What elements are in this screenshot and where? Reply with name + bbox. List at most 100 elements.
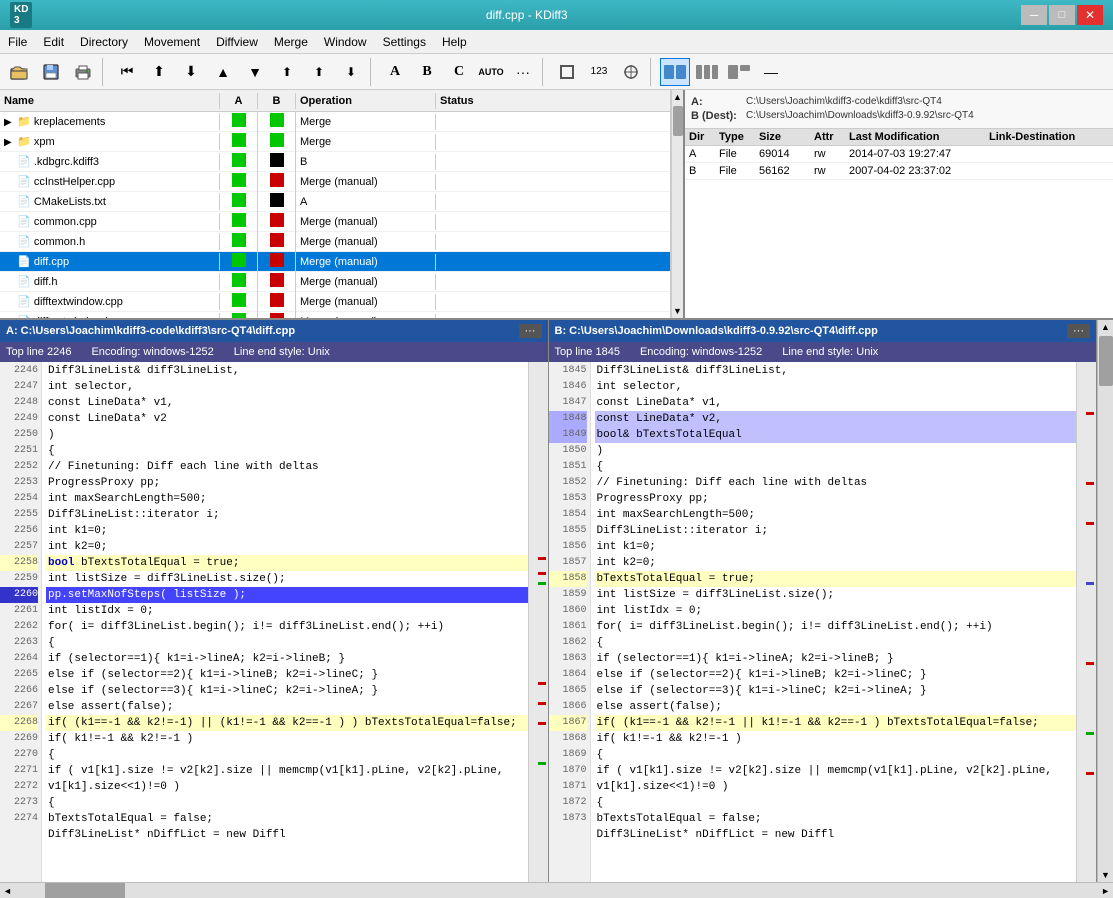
list-item[interactable]: 📄 diff.h Merge (manual) <box>0 272 670 292</box>
scroll-down-arrow[interactable]: ▼ <box>1099 868 1112 882</box>
code-line: Diff3LineList* nDiffLict = new Diffl <box>46 827 528 843</box>
menu-help[interactable]: Help <box>434 30 475 53</box>
code-line: const LineData* v1, <box>46 395 528 411</box>
toolbar-separator-2 <box>370 58 376 86</box>
code-line: { <box>46 795 528 811</box>
code-content-a[interactable]: Diff3LineList& diff3LineList, int select… <box>42 362 528 882</box>
scroll-down-arrow[interactable]: ▼ <box>673 306 682 316</box>
prev-diff-up-button[interactable]: ⬆ <box>144 58 174 86</box>
list-item[interactable]: 📄 .kdbgrc.kdiff3 B <box>0 152 670 172</box>
btn-view3[interactable] <box>724 58 754 86</box>
btn-square[interactable] <box>552 58 582 86</box>
diff-b-path: B: C:\Users\Joachim\Downloads\kdiff3-0.9… <box>555 325 1064 337</box>
scroll-thumb-vertical[interactable] <box>1099 336 1113 386</box>
file-list-scrollbar[interactable]: ▲ ▼ <box>671 90 683 318</box>
indicator-a <box>232 213 246 227</box>
col-link: Link-Destination <box>989 131 1109 143</box>
indicator-a <box>232 273 246 287</box>
code-line: v1[k1].size<<1)!=0 ) <box>595 779 1077 795</box>
code-line: else if (selector==2){ k1=i->lineB; k2=i… <box>46 667 528 683</box>
code-line: else if (selector==2){ k1=i->lineB; k2=i… <box>595 667 1077 683</box>
btn-a[interactable]: A <box>380 58 410 86</box>
menu-movement[interactable]: Movement <box>136 30 208 53</box>
scroll-right-arrow[interactable]: ► <box>1098 886 1113 896</box>
menu-merge[interactable]: Merge <box>266 30 316 53</box>
up-btn2[interactable]: ⬆ <box>272 58 302 86</box>
indicator-b <box>270 293 284 307</box>
diff-a-more-button[interactable]: ··· <box>519 324 542 338</box>
indicator-b <box>270 193 284 207</box>
menu-diffview[interactable]: Diffview <box>208 30 266 53</box>
marker <box>1086 662 1094 665</box>
menu-window[interactable]: Window <box>316 30 375 53</box>
menu-file[interactable]: File <box>0 30 35 53</box>
code-line: if ( v1[k1].size != v2[k2].size || memcm… <box>46 763 528 779</box>
code-line: int listIdx = 0; <box>595 603 1077 619</box>
app-logo: KD3 <box>10 2 32 28</box>
list-item[interactable]: 📄 common.cpp Merge (manual) <box>0 212 670 232</box>
next-diff-down-button[interactable]: ⬇ <box>176 58 206 86</box>
maximize-button[interactable]: □ <box>1049 5 1075 25</box>
prev-up-button[interactable]: ▲ <box>208 58 238 86</box>
scroll-track-h <box>15 883 1098 898</box>
status <box>436 180 536 184</box>
list-item[interactable]: 📄 difftextwindow.h Merge (manual) <box>0 312 670 318</box>
list-item[interactable]: ▶ 📁 xpm Merge <box>0 132 670 152</box>
menu-settings[interactable]: Settings <box>375 30 434 53</box>
code-line: ProgressProxy pp; <box>595 491 1077 507</box>
indicator-b <box>270 233 284 247</box>
file-name: diff.cpp <box>34 256 69 268</box>
scroll-left-arrow[interactable]: ◄ <box>0 886 15 896</box>
menu-edit[interactable]: Edit <box>35 30 72 53</box>
expand-arrow[interactable]: ▶ <box>4 117 14 128</box>
diff-b-more-button[interactable]: ··· <box>1067 324 1090 338</box>
btn-123[interactable]: 123 <box>584 58 614 86</box>
diff-a-info-bar: Top line 2246 Encoding: windows-1252 Lin… <box>0 342 548 362</box>
menu-directory[interactable]: Directory <box>72 30 136 53</box>
list-item[interactable]: 📄 diff.cpp Merge (manual) <box>0 252 670 272</box>
file-icon: 📄 <box>17 156 31 168</box>
code-line: if ( v1[k1].size != v2[k2].size || memcm… <box>595 763 1077 779</box>
list-item[interactable]: 📄 ccInstHelper.cpp Merge (manual) <box>0 172 670 192</box>
code-line: bTextsTotalEqual = true; <box>595 571 1077 587</box>
btn-crosshair[interactable] <box>616 58 646 86</box>
save-button[interactable] <box>36 58 66 86</box>
scroll-up-arrow[interactable]: ▲ <box>673 92 682 102</box>
code-content-b[interactable]: Diff3LineList& diff3LineList, int select… <box>591 362 1077 882</box>
btn-b[interactable]: B <box>412 58 442 86</box>
btn-view1[interactable] <box>660 58 690 86</box>
code-line: { <box>46 443 528 459</box>
up-btn3[interactable]: ⬆ <box>304 58 334 86</box>
indicator-b <box>270 273 284 287</box>
main-scrollbar[interactable]: ▲ ▼ <box>1097 320 1113 882</box>
info-mod: 2014-07-03 19:27:47 <box>849 148 989 160</box>
btn-c[interactable]: C <box>444 58 474 86</box>
marker <box>1086 412 1094 415</box>
diff-b-content: 1845184618471848184918501851185218531854… <box>549 362 1097 882</box>
minimize-button[interactable]: ─ <box>1021 5 1047 25</box>
titlebar: KD3 diff.cpp - KDiff3 ─ □ ✕ <box>0 0 1113 30</box>
code-line: pp.setMaxNofSteps( listSize ); <box>46 587 528 603</box>
dn-btn2[interactable]: ⬇ <box>336 58 366 86</box>
operation: Merge <box>296 114 436 130</box>
btn-auto[interactable]: AUTO <box>476 58 506 86</box>
scroll-thumb-h[interactable] <box>45 883 125 898</box>
btn-view2[interactable] <box>692 58 722 86</box>
list-item[interactable]: ▶ 📁 kreplacements Merge <box>0 112 670 132</box>
expand-arrow[interactable]: ▶ <box>4 137 14 148</box>
indicator-a <box>232 113 246 127</box>
close-button[interactable]: ✕ <box>1077 5 1103 25</box>
first-diff-button[interactable]: ⏮ <box>112 58 142 86</box>
list-item[interactable]: 📄 difftextwindow.cpp Merge (manual) <box>0 292 670 312</box>
scroll-up-arrow[interactable]: ▲ <box>1099 320 1112 334</box>
list-item[interactable]: 📄 CMakeLists.txt A <box>0 192 670 212</box>
open-button[interactable] <box>4 58 34 86</box>
bottom-scrollbar[interactable]: ◄ ► <box>0 882 1113 898</box>
print-button[interactable] <box>68 58 98 86</box>
btn-dash[interactable]: — <box>756 58 786 86</box>
next-down-button[interactable]: ▼ <box>240 58 270 86</box>
marker <box>538 557 546 560</box>
btn-dots[interactable]: ··· <box>508 58 538 86</box>
list-item[interactable]: 📄 common.h Merge (manual) <box>0 232 670 252</box>
scroll-thumb[interactable] <box>673 106 683 136</box>
